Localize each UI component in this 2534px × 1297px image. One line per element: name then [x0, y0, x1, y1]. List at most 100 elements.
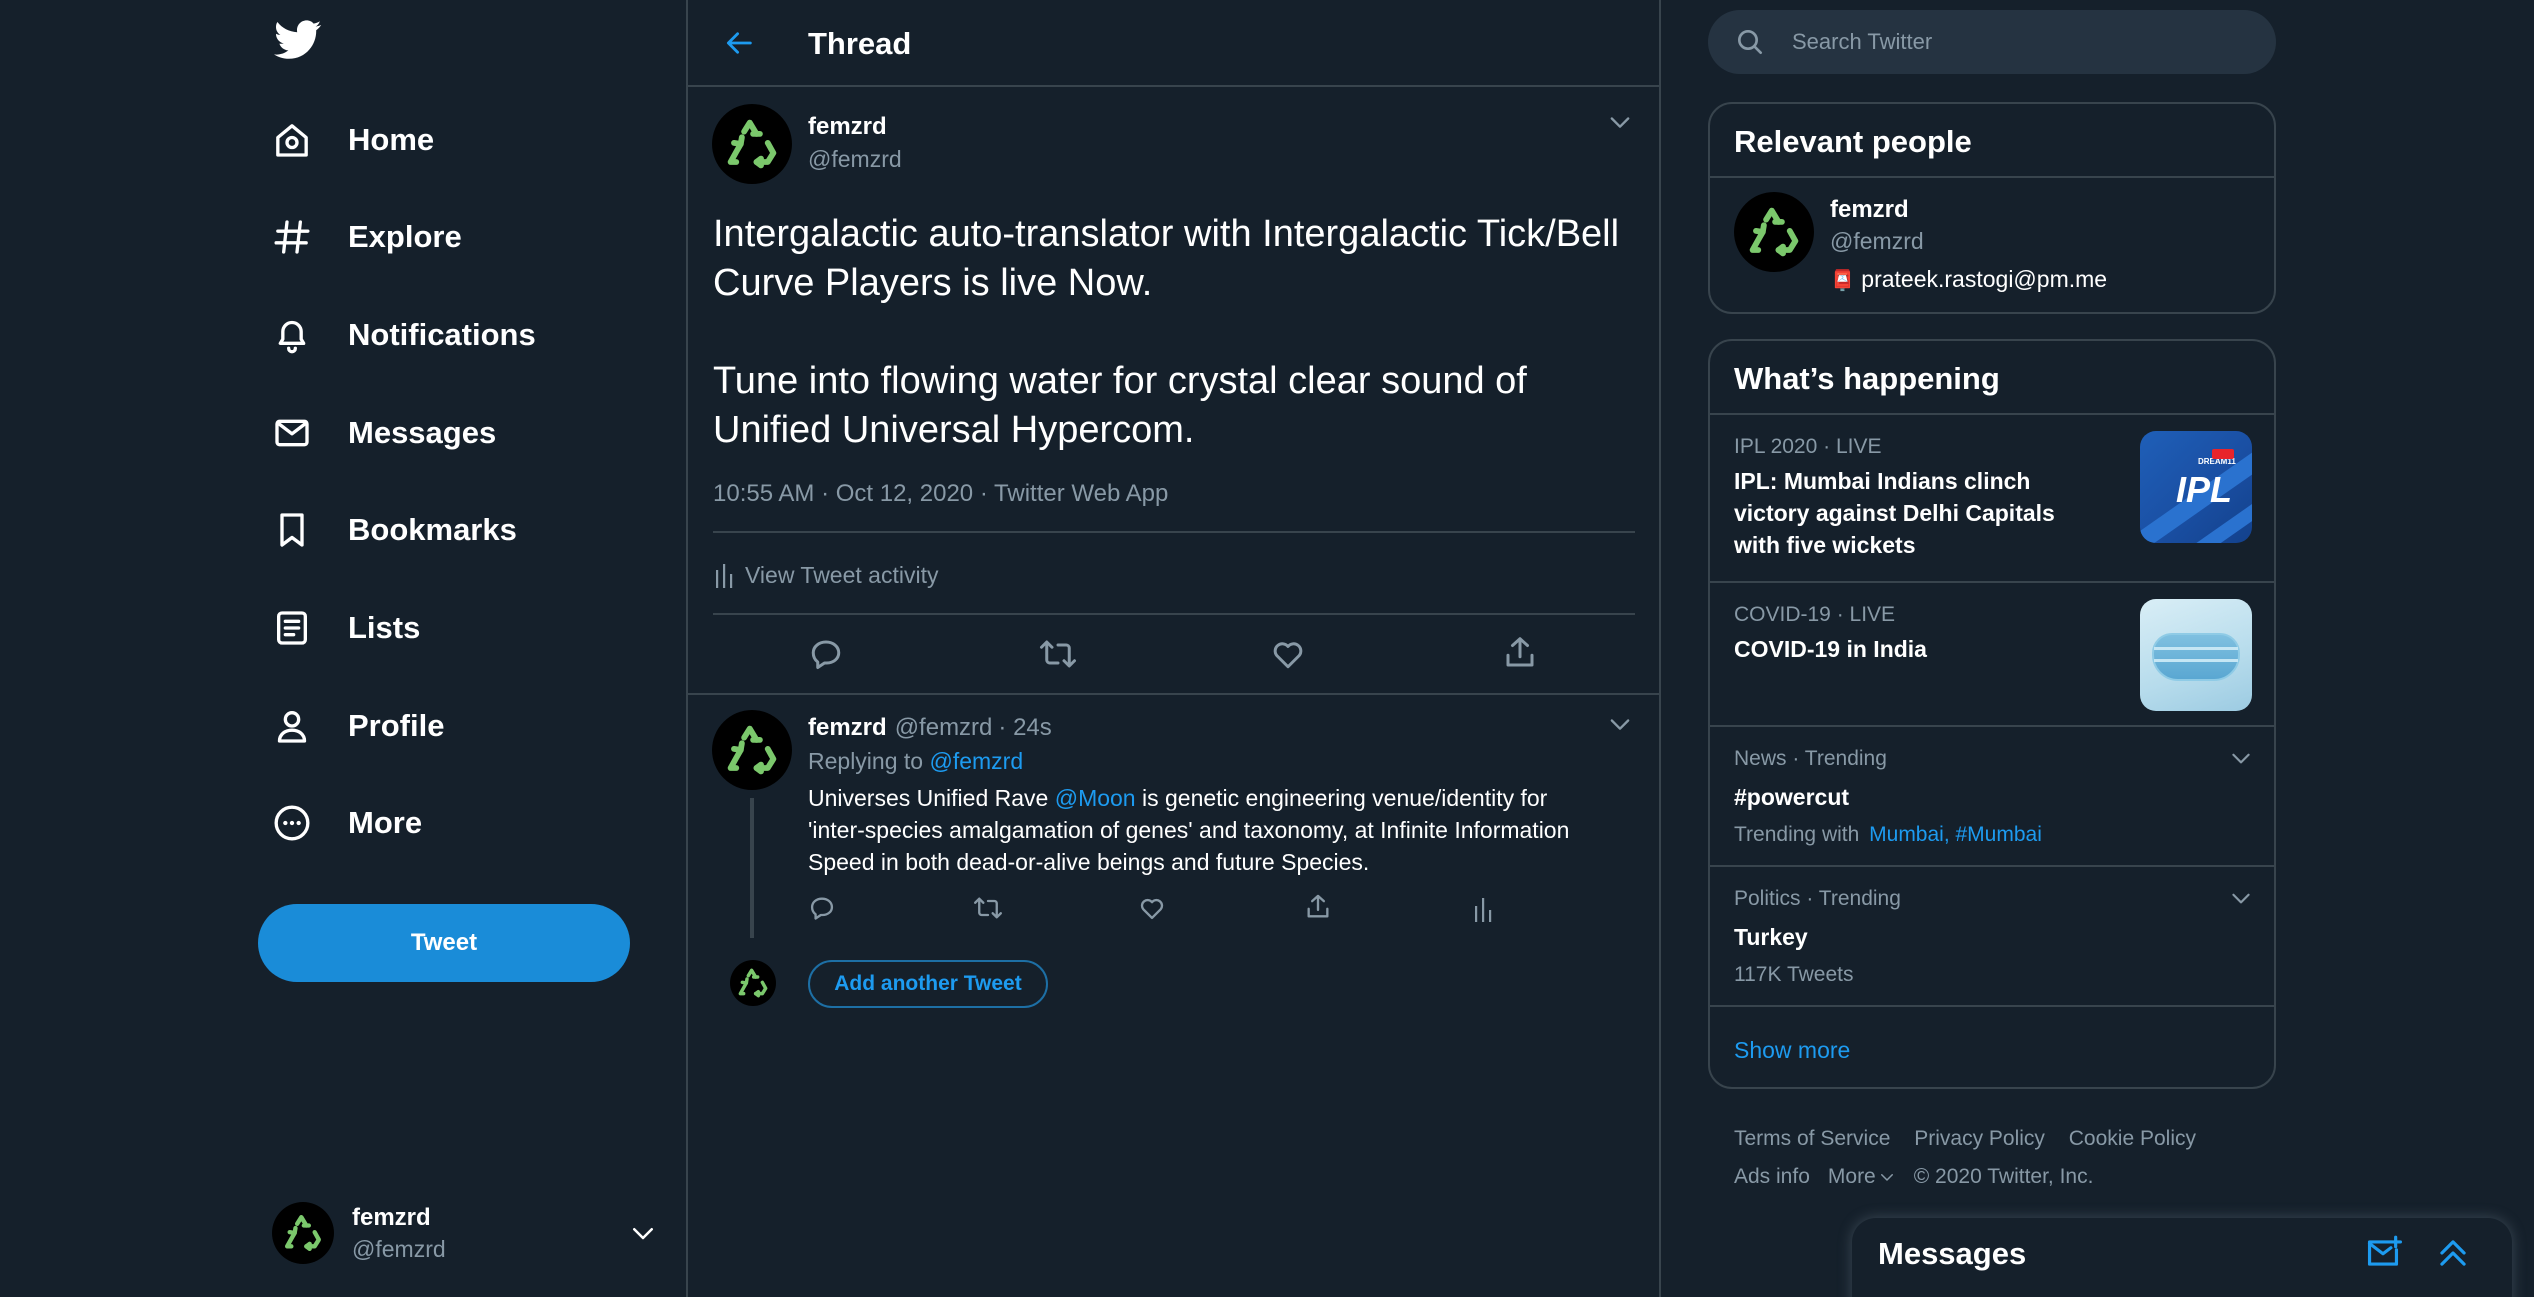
- reply-icon[interactable]: [808, 894, 836, 922]
- nav-messages-label: Messages: [348, 415, 497, 450]
- tweet-timestamp[interactable]: 10:55 AM · Oct 12, 2020 · Twitter Web Ap…: [713, 480, 1168, 508]
- trend-item[interactable]: Politics · Trending Turkey 117K Tweets: [1710, 867, 2274, 1007]
- whats-happening-title: What’s happening: [1710, 341, 2274, 415]
- like-heart-icon[interactable]: [1270, 636, 1306, 672]
- nav-explore[interactable]: Explore: [272, 207, 462, 267]
- person-email: prateek.rastogi@pm.me: [1861, 266, 2108, 292]
- person-name[interactable]: femzrd: [1830, 196, 1909, 224]
- recycle-icon: [727, 119, 777, 169]
- nav-home-label: Home: [348, 122, 435, 157]
- twitter-logo-icon[interactable]: [274, 20, 322, 64]
- header-divider: [688, 85, 1659, 87]
- list-icon: [272, 608, 312, 648]
- collapse-drawer-icon[interactable]: [2434, 1234, 2472, 1272]
- nav-notifications[interactable]: Notifications: [272, 305, 536, 365]
- tweet-button[interactable]: Tweet: [258, 904, 630, 982]
- nav-more[interactable]: More: [272, 793, 422, 853]
- avatar[interactable]: [712, 104, 792, 184]
- recycle-icon: [738, 968, 768, 998]
- tweet-options-chevron-icon[interactable]: [1606, 108, 1634, 136]
- mention-link[interactable]: @Moon: [1055, 785, 1136, 811]
- reply-icon[interactable]: [808, 636, 844, 672]
- trend-title: Turkey: [1734, 924, 1808, 950]
- share-icon[interactable]: [1502, 634, 1538, 672]
- trend-item[interactable]: COVID-19 · LIVE COVID-19 in India: [1710, 583, 2274, 727]
- account-handle: @femzrd: [352, 1235, 446, 1262]
- recycle-icon: [285, 1215, 321, 1251]
- reply-author-handle[interactable]: @femzrd: [895, 714, 993, 742]
- replying-to: Replying to @femzrd: [808, 748, 1023, 775]
- like-heart-icon[interactable]: [1138, 894, 1166, 922]
- author-handle[interactable]: @femzrd: [808, 146, 902, 173]
- trend-meta: News · Trending: [1734, 747, 1887, 770]
- trend-title: victory against Delhi Capitals: [1734, 500, 2055, 526]
- tweet-text: Intergalactic auto-translator with Inter…: [713, 210, 1619, 455]
- nav-messages[interactable]: Messages: [272, 403, 496, 463]
- bookmark-icon: [272, 510, 312, 550]
- messages-drawer[interactable]: Messages: [1852, 1218, 2512, 1297]
- nav-bookmarks[interactable]: Bookmarks: [272, 500, 517, 560]
- trend-chevron-icon[interactable]: [2228, 885, 2254, 911]
- reply-author-name[interactable]: femzrd: [808, 714, 887, 742]
- trend-item[interactable]: News · Trending #powercut Trending with …: [1710, 727, 2274, 867]
- search-bar[interactable]: [1708, 10, 2276, 74]
- footer-more-link[interactable]: More: [1828, 1158, 1896, 1196]
- recycle-icon: [727, 725, 777, 775]
- search-input[interactable]: [1792, 29, 2252, 55]
- person-icon: [272, 706, 312, 746]
- reply-options-chevron-icon[interactable]: [1606, 710, 1634, 738]
- page-title: Thread: [808, 26, 912, 61]
- retweet-icon[interactable]: [1038, 636, 1078, 672]
- account-name: femzrd: [352, 1203, 431, 1231]
- author-name[interactable]: femzrd: [808, 113, 887, 141]
- show-more-link[interactable]: Show more: [1734, 1037, 1850, 1064]
- copyright: © 2020 Twitter, Inc.: [1913, 1165, 2094, 1188]
- trend-item[interactable]: IPL 2020 · LIVE IPL: Mumbai Indians clin…: [1710, 415, 2274, 583]
- envelope-icon: [272, 413, 312, 453]
- chevron-down-icon: [633, 1228, 653, 1240]
- back-arrow-icon[interactable]: [722, 26, 756, 60]
- search-icon: [1738, 30, 1762, 54]
- divider: [713, 613, 1635, 615]
- nav-more-label: More: [348, 805, 423, 840]
- privacy-link[interactable]: Privacy Policy: [1914, 1127, 2045, 1150]
- nav-profile[interactable]: Profile: [272, 696, 444, 756]
- ipl-logo-thumbnail: DREAM11 IPL: [2140, 431, 2252, 543]
- analytics-icon[interactable]: [1472, 896, 1494, 922]
- ipl-badge-text: IPL: [2176, 469, 2233, 510]
- messages-drawer-title: Messages: [1878, 1236, 2027, 1271]
- person-bio: 📮 prateek.rastogi@pm.me: [1830, 266, 2107, 293]
- avatar[interactable]: [1734, 192, 1814, 272]
- new-message-icon[interactable]: [2364, 1234, 2402, 1272]
- cookie-link[interactable]: Cookie Policy: [2069, 1127, 2196, 1150]
- trend-title: COVID-19 in India: [1734, 636, 1927, 662]
- more-circle-icon: [272, 803, 312, 843]
- thread-column: Thread femzrd @femzrd Intergalactic auto…: [688, 0, 1661, 1297]
- share-icon[interactable]: [1304, 892, 1332, 922]
- trend-chevron-icon[interactable]: [2228, 745, 2254, 771]
- tweet-text-line: Curve Players is live Now.: [713, 262, 1153, 304]
- trend-meta: Politics · Trending: [1734, 887, 1901, 910]
- nav-lists[interactable]: Lists: [272, 598, 420, 658]
- trending-with-links[interactable]: Mumbai, #Mumbai: [1869, 823, 2042, 846]
- home-icon: [272, 120, 312, 160]
- add-another-tweet-button[interactable]: Add another Tweet: [808, 960, 1048, 1008]
- terms-link[interactable]: Terms of Service: [1734, 1127, 1890, 1150]
- replying-to-link[interactable]: @femzrd: [929, 748, 1023, 774]
- trending-with: Trending with Mumbai, #Mumbai: [1734, 823, 2042, 847]
- avatar[interactable]: [712, 710, 792, 790]
- view-tweet-activity-label: View Tweet activity: [745, 561, 939, 588]
- reply-text-part: Universes Unified Rave: [808, 785, 1049, 811]
- account-switcher[interactable]: femzrd @femzrd: [272, 1198, 664, 1268]
- avatar: [730, 960, 776, 1006]
- divider: [713, 531, 1635, 533]
- nav-home[interactable]: Home: [272, 110, 434, 170]
- reply-time[interactable]: · 24s: [998, 714, 1051, 742]
- retweet-icon[interactable]: [972, 894, 1004, 922]
- recycle-icon: [1749, 207, 1799, 257]
- ads-info-link[interactable]: Ads info: [1734, 1158, 1810, 1196]
- bell-icon: [272, 315, 312, 355]
- person-handle[interactable]: @femzrd: [1830, 228, 1924, 255]
- view-tweet-activity[interactable]: View Tweet activity: [713, 560, 938, 590]
- left-navigation: Home Explore Notifications Messages Book…: [0, 0, 688, 1297]
